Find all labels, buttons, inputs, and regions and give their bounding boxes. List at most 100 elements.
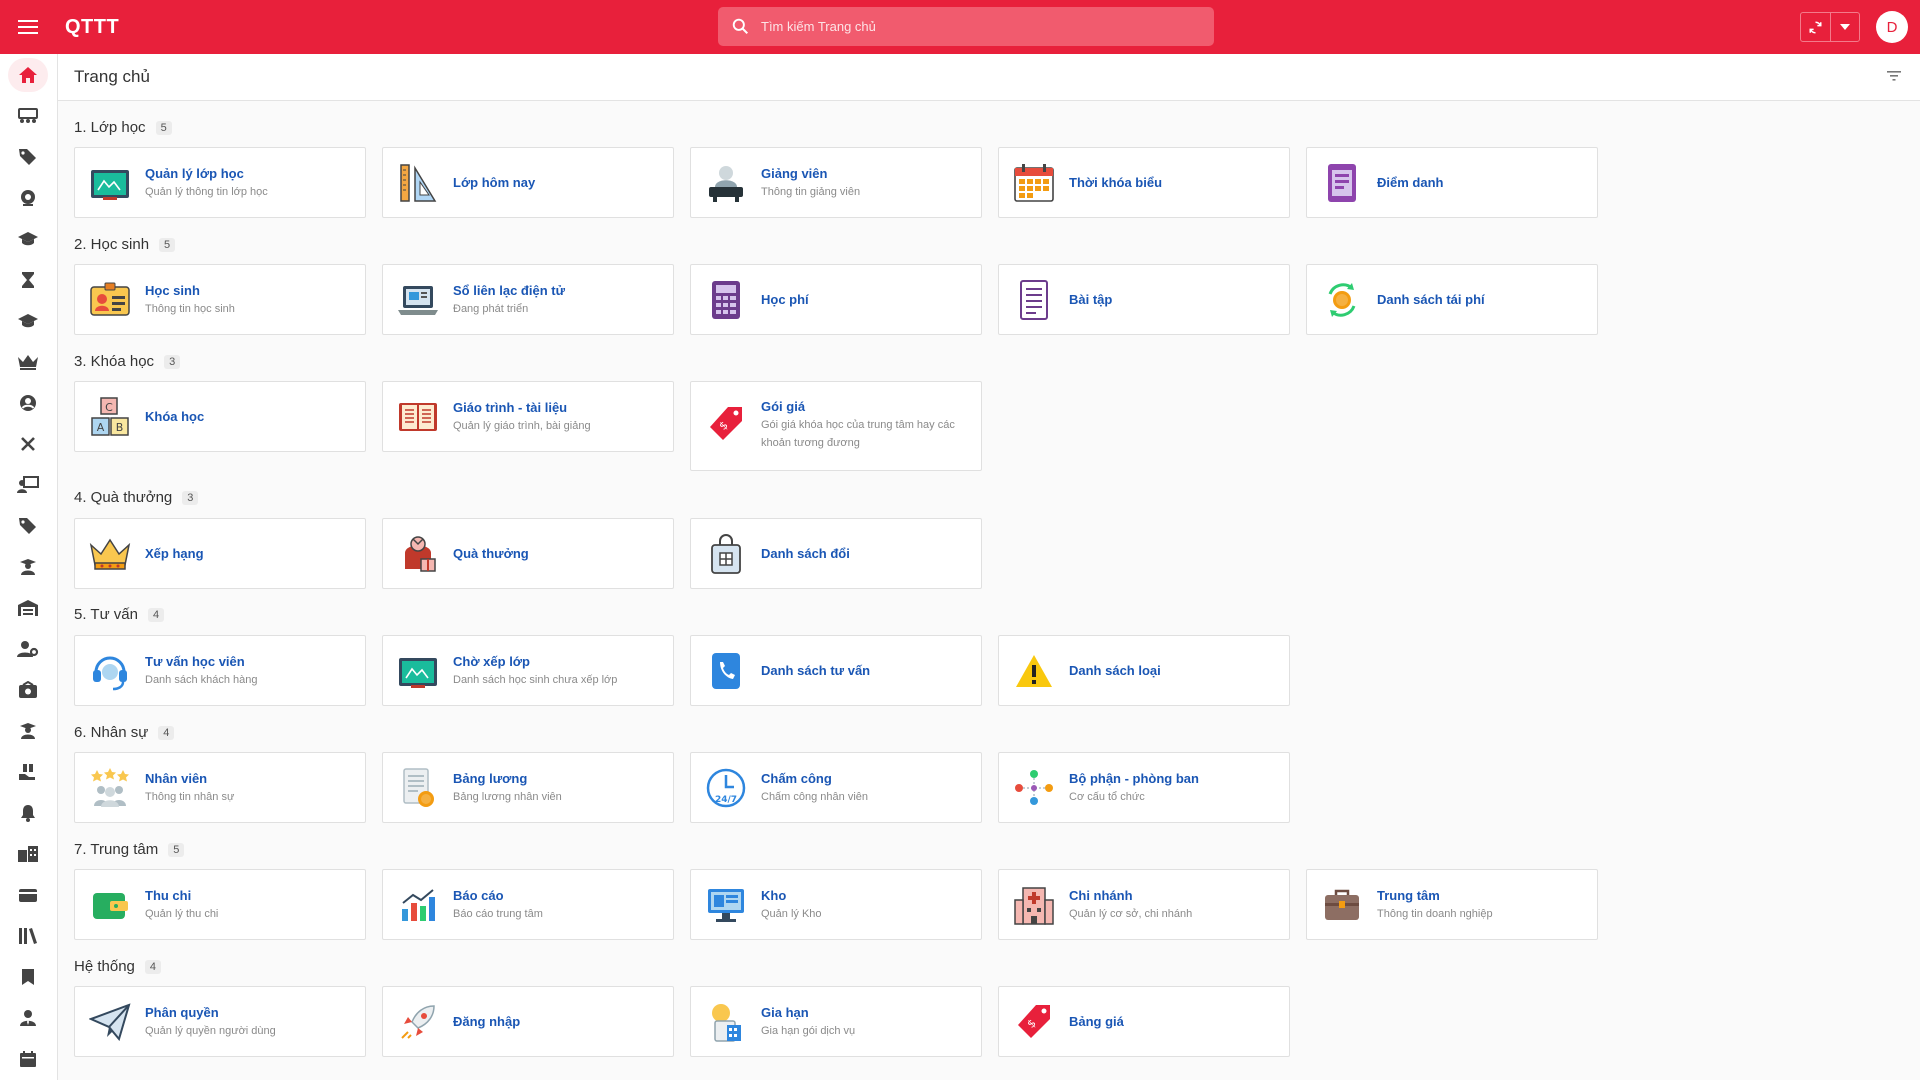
card-title: Thu chi: [145, 887, 192, 903]
sidebar-item-warehouse[interactable]: [8, 591, 48, 625]
menu-button[interactable]: [0, 0, 56, 54]
sidebar-item-tags[interactable]: [8, 140, 48, 174]
card-center-info[interactable]: Trung tâm Thông tin doanh nghiệp: [1306, 869, 1598, 940]
card-payroll[interactable]: Bảng lương Bảng lương nhân viên: [382, 752, 674, 823]
card-subtitle: Quản lý giáo trình, bài giảng: [453, 419, 591, 432]
headset-icon: [88, 649, 132, 693]
sidebar-item-staff[interactable]: [8, 1001, 48, 1035]
section-title: 5. Tư vấn 4: [74, 606, 165, 623]
sidebar-item-student[interactable]: [8, 714, 48, 748]
card-courses[interactable]: CAB Khóa học: [74, 381, 366, 452]
sidebar-item-teachers[interactable]: [8, 550, 48, 584]
card-waiting-class[interactable]: Chờ xếp lớp Danh sách học sinh chưa xếp l…: [382, 635, 674, 706]
sidebar-item-wallet[interactable]: [8, 878, 48, 912]
sidebar-item-ranking[interactable]: [8, 345, 48, 379]
card-students[interactable]: Học sinh Thông tin học sinh: [74, 264, 366, 335]
sidebar-item-finance[interactable]: [8, 673, 48, 707]
card-attendance[interactable]: Điểm danh: [1306, 147, 1598, 218]
avatar[interactable]: D: [1876, 11, 1908, 43]
sidebar-item-bookmarks[interactable]: [8, 960, 48, 994]
card-timetable[interactable]: Thời khóa biểu: [998, 147, 1290, 218]
card-subtitle: Quản lý Kho: [761, 907, 822, 920]
card-title: Kho: [761, 887, 787, 903]
card-title: Gói giá: [761, 399, 806, 414]
card-consulting-list[interactable]: Danh sách tư vấn: [690, 635, 982, 706]
card-inventory[interactable]: Kho Quản lý Kho: [690, 869, 982, 940]
sidebar-item-courses[interactable]: [8, 222, 48, 256]
sidebar-item-schedule[interactable]: [8, 1042, 48, 1076]
card-title: Chờ xếp lớp: [453, 653, 530, 669]
card-permissions[interactable]: Phân quyền Quản lý quyền người dùng: [74, 986, 366, 1057]
sidebar-item-classroom[interactable]: [8, 99, 48, 133]
card-timekeeping[interactable]: 24/7 Chấm công Chấm công nhân viên: [690, 752, 982, 823]
sidebar-item-teaching[interactable]: [8, 468, 48, 502]
card-income-expense[interactable]: Thu chi Quản lý thu chi: [74, 869, 366, 940]
webcam-icon: [21, 190, 35, 206]
search-icon: [732, 18, 749, 35]
rocket-icon: [396, 1000, 440, 1044]
top-app-bar: QTTT D: [0, 0, 1920, 54]
card-student-consulting[interactable]: Tư vấn học viên Danh sách khách hàng: [74, 635, 366, 706]
card-title: Chấm công: [761, 770, 832, 786]
card-subtitle: Quản lý thu chi: [145, 907, 219, 920]
building-icon: [18, 846, 38, 862]
gift-bag-icon: [396, 532, 440, 576]
count-badge: 3: [164, 354, 181, 369]
sidebar-item-rewards[interactable]: [8, 755, 48, 789]
section-title: 4. Quà thưởng 3: [74, 489, 199, 506]
sidebar-item-pricing[interactable]: [8, 509, 48, 543]
count-badge: 5: [159, 237, 176, 252]
sidebar-item-user-settings[interactable]: [8, 632, 48, 666]
open-book-icon: [396, 395, 440, 439]
sidebar-item-webcam[interactable]: [8, 181, 48, 215]
sidebar-item-library[interactable]: [8, 919, 48, 953]
card-departments[interactable]: Bộ phận - phòng ban Cơ cấu tổ chức: [998, 752, 1290, 823]
card-employees[interactable]: Nhân viên Thông tin nhân sự: [74, 752, 366, 823]
card-login[interactable]: Đăng nhập: [382, 986, 674, 1057]
search-input[interactable]: [761, 19, 1201, 34]
sidebar-item-students[interactable]: [8, 304, 48, 338]
search-box[interactable]: [718, 7, 1214, 46]
card-exchange-list[interactable]: Danh sách đổi: [690, 518, 982, 589]
app-title[interactable]: QTTT: [65, 16, 119, 39]
section-title: 3. Khóa học 3: [74, 353, 181, 370]
card-title: Bộ phận - phòng ban: [1069, 770, 1199, 786]
org-chart-icon: [1012, 766, 1056, 810]
graduation-cap-icon: [18, 232, 38, 246]
filter-button[interactable]: [1886, 68, 1906, 88]
card-price-list[interactable]: $ Bảng giá: [998, 986, 1290, 1057]
card-rewards[interactable]: Quà thưởng: [382, 518, 674, 589]
card-tuition[interactable]: Học phí: [690, 264, 982, 335]
card-renewal[interactable]: Gia hạn Gia hạn gói dịch vụ: [690, 986, 982, 1057]
card-title: Lớp hôm nay: [453, 175, 536, 190]
crown-icon: [18, 355, 38, 370]
sync-options-button[interactable]: [1830, 13, 1859, 41]
sidebar-item-account[interactable]: [8, 386, 48, 420]
card-refee-list[interactable]: Danh sách tái phí: [1306, 264, 1598, 335]
caret-down-icon: [1840, 24, 1850, 30]
sidebar-item-notifications[interactable]: [8, 796, 48, 830]
sidebar-item-pending[interactable]: [8, 263, 48, 297]
card-curriculum[interactable]: Giáo trình - tài liệu Quản lý giáo trình,…: [382, 381, 674, 452]
tag-icon: [19, 149, 36, 165]
sidebar-item-branches[interactable]: [8, 837, 48, 871]
sidebar-item-home[interactable]: [8, 58, 48, 92]
card-title: Gia hạn: [761, 1004, 809, 1020]
bookmark-icon: [22, 969, 34, 985]
card-lecturers[interactable]: Giảng viên Thông tin giảng viên: [690, 147, 982, 218]
card-price-packages[interactable]: $ Gói giá Gói giá khóa học của trung tâm …: [690, 381, 982, 471]
card-type-list[interactable]: Danh sách loại: [998, 635, 1290, 706]
sync-button[interactable]: [1801, 13, 1830, 41]
card-branches[interactable]: Chi nhánh Quản lý cơ sở, chi nhánh: [998, 869, 1290, 940]
card-class-management[interactable]: Quản lý lớp học Quản lý thông tin lớp học: [74, 147, 366, 218]
card-ranking[interactable]: Xếp hạng: [74, 518, 366, 589]
card-title: Báo cáo: [453, 887, 504, 903]
section-title-text: 5. Tư vấn: [74, 606, 138, 623]
card-today-classes[interactable]: Lớp hôm nay: [382, 147, 674, 218]
card-e-contact-book[interactable]: Sổ liên lạc điện tử Đang phát triển: [382, 264, 674, 335]
money-icon: [19, 681, 37, 698]
card-homework[interactable]: Bài tập: [998, 264, 1290, 335]
card-reports[interactable]: Báo cáo Báo cáo trung tâm: [382, 869, 674, 940]
sidebar-item-close[interactable]: [8, 427, 48, 461]
card-title: Quà thưởng: [453, 546, 529, 561]
